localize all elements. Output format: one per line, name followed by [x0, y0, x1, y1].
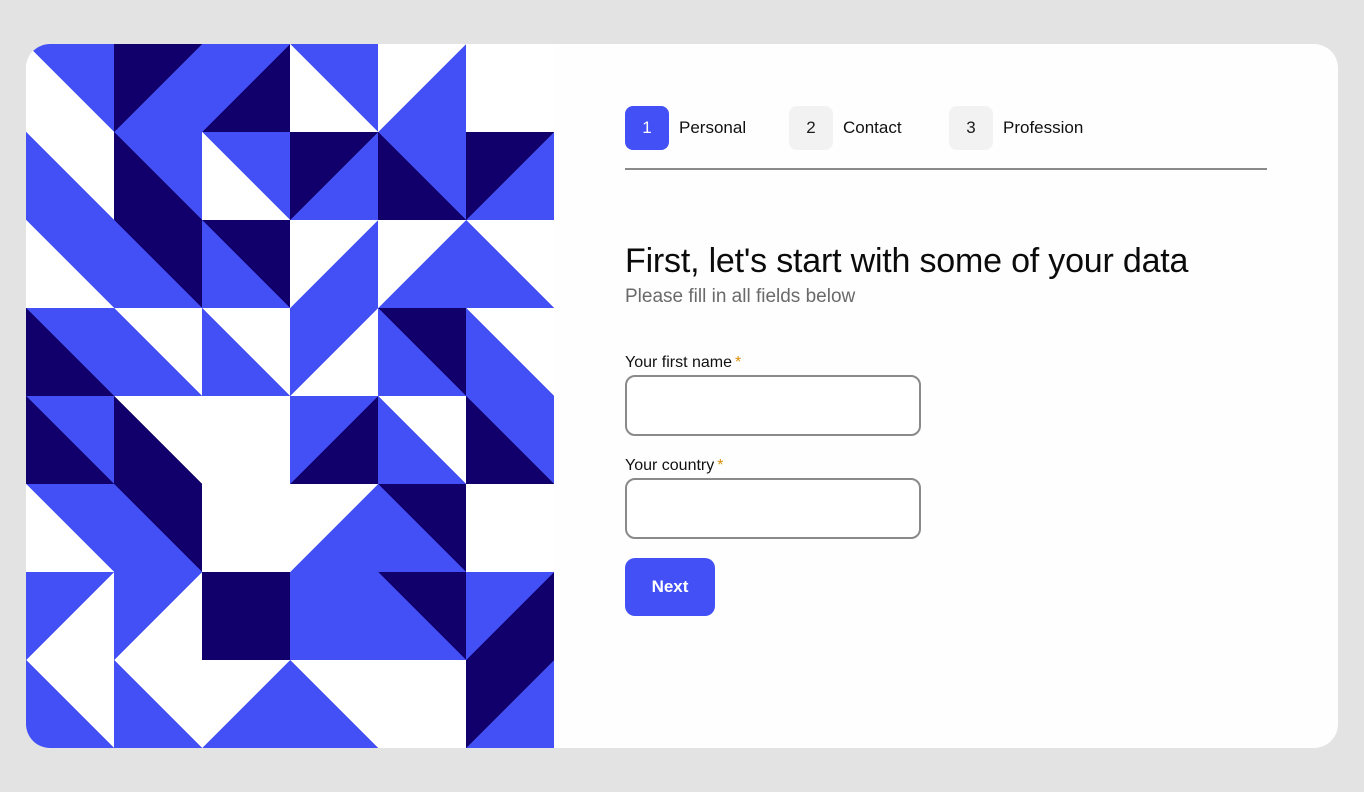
required-marker: * — [717, 457, 724, 474]
step-number: 1 — [625, 106, 669, 150]
first-name-label-text: Your first name — [625, 354, 733, 371]
step-label: Personal — [679, 118, 747, 137]
step-personal[interactable]: 1 Personal — [625, 106, 746, 150]
step-number: 2 — [789, 106, 833, 150]
country-input[interactable] — [625, 478, 921, 539]
geometric-pattern-illustration — [26, 44, 554, 748]
country-label: Your country * — [625, 457, 723, 475]
stepper: 1 Personal 2 Contact 3 Profession — [625, 106, 1267, 170]
step-profession[interactable]: 3 Profession — [949, 106, 1083, 150]
required-marker: * — [735, 354, 742, 371]
next-button[interactable]: Next — [625, 558, 715, 616]
step-number: 3 — [949, 106, 993, 150]
form-area: 1 Personal 2 Contact 3 Profession First,… — [625, 44, 1267, 748]
step-label: Contact — [843, 118, 902, 137]
country-label-text: Your country — [625, 457, 715, 474]
page-subtitle: Please fill in all fields below — [625, 286, 856, 307]
first-name-input[interactable] — [625, 375, 921, 436]
page-title: First, let's start with some of your dat… — [625, 242, 1189, 280]
step-contact[interactable]: 2 Contact — [789, 106, 902, 150]
form-card: 1 Personal 2 Contact 3 Profession First,… — [26, 44, 1338, 748]
step-label: Profession — [1003, 118, 1084, 137]
first-name-label: Your first name * — [625, 354, 741, 372]
